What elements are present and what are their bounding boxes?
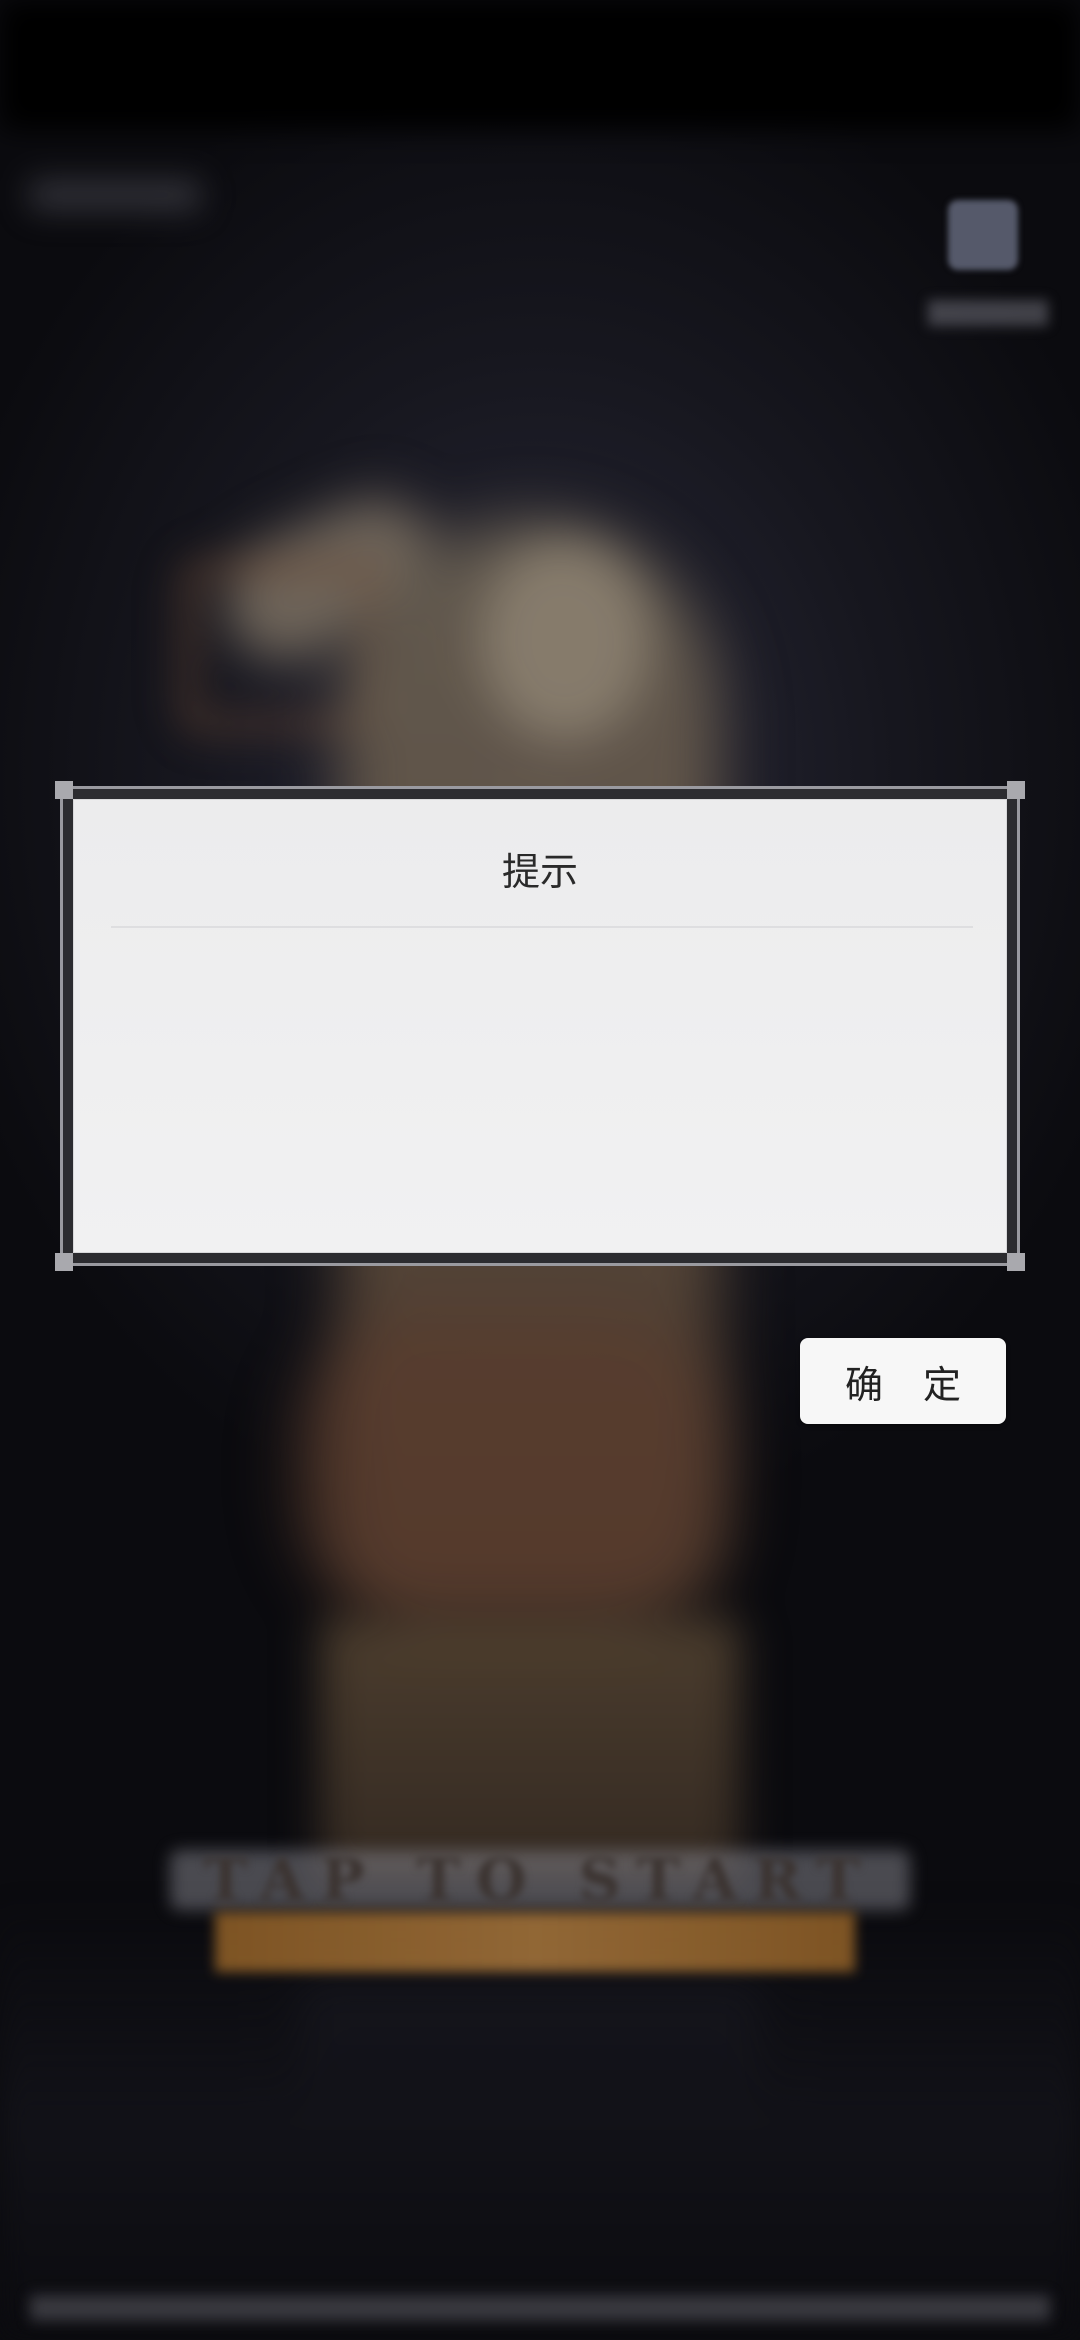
blurred-footer-text [30, 2295, 1050, 2321]
start-subtitle-bar [215, 1912, 855, 1972]
dialog-title: 提示 [501, 850, 578, 894]
dialog-panel: 提示 [73, 799, 1007, 1253]
statue-pedestal [320, 1620, 740, 1880]
corner-menu-icon[interactable] [948, 200, 1018, 270]
tap-to-start-text[interactable]: TAP TO START [170, 1845, 910, 1915]
game-screen: TAP TO START 提示 确 定 [0, 0, 1080, 2340]
statue-lower-figure [300, 1320, 720, 1620]
status-bar-area [0, 0, 1080, 130]
frame-corner [1007, 1253, 1025, 1271]
blurred-top-left-text [30, 180, 200, 210]
alert-dialog: 提示 [55, 781, 1025, 1271]
corner-menu-label [928, 300, 1048, 326]
frame-corner [55, 781, 73, 799]
frame-corner [55, 1253, 73, 1271]
dialog-divider [111, 926, 973, 928]
statue-head [480, 540, 650, 740]
frame-corner [1007, 781, 1025, 799]
confirm-button[interactable]: 确 定 [800, 1338, 1006, 1424]
